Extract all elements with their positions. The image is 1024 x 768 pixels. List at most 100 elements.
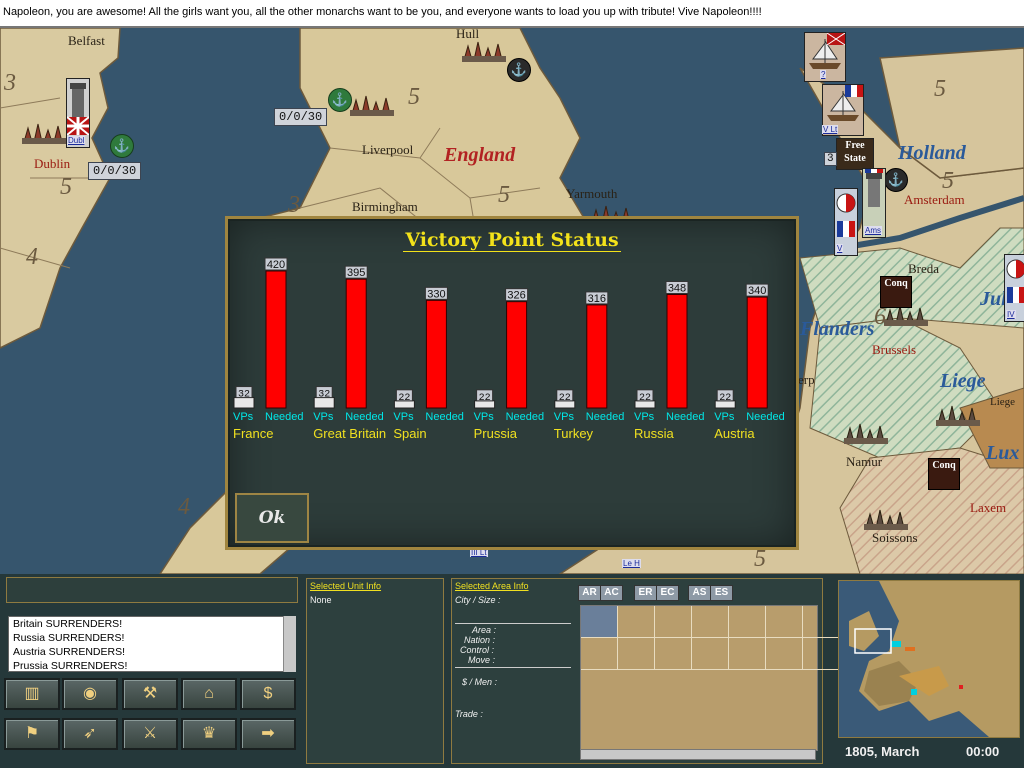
next-arrow-icon: ➡ xyxy=(261,725,275,742)
grid-scrollbar[interactable] xyxy=(580,749,816,760)
conquered-marker[interactable]: Conq xyxy=(928,458,960,490)
free-state-label: Free State xyxy=(844,140,866,164)
dispatch-button[interactable]: ➶ xyxy=(62,718,118,750)
category-label: Turkey xyxy=(554,426,594,441)
category-label: Prussia xyxy=(474,426,518,441)
trade-button[interactable]: ⚒ xyxy=(122,678,178,710)
unit-tag-iv: IV xyxy=(1006,310,1016,319)
unit-tag-fleet: ? xyxy=(820,70,827,79)
dispatch-icon: ➶ xyxy=(83,725,97,742)
port-anchor-icon[interactable]: ⚓ xyxy=(328,88,352,112)
area-city-size-label: City / Size : xyxy=(455,595,501,605)
crown-button[interactable]: ♛ xyxy=(181,718,237,750)
finance-button[interactable]: ◉ xyxy=(62,678,118,710)
map-flag-button[interactable]: ⚑ xyxy=(4,718,60,750)
series-label-vps: VPs xyxy=(474,411,495,423)
log-entry: Russia SURRENDERS! xyxy=(13,632,125,644)
vps-value-label: 22 xyxy=(639,393,651,404)
tab-er[interactable]: ER xyxy=(634,585,657,601)
needed-bar xyxy=(506,301,528,409)
tab-ar[interactable]: AR xyxy=(578,585,601,601)
series-label-vps: VPs xyxy=(313,411,334,423)
selected-area-panel: Selected Area Info City / Size : Area : … xyxy=(451,578,840,764)
grid-cell[interactable] xyxy=(655,606,692,638)
town-liverpool: Liverpool xyxy=(362,142,414,157)
needed-bar xyxy=(425,299,447,409)
grid-cell[interactable] xyxy=(581,606,618,638)
needed-bar xyxy=(586,304,608,409)
free-state-marker[interactable]: Free State xyxy=(836,138,874,170)
grid-cell[interactable] xyxy=(581,638,618,670)
ship-icon xyxy=(827,85,863,121)
log-scrollbar[interactable] xyxy=(283,616,296,672)
city-liverpool[interactable] xyxy=(350,90,394,116)
city-liege[interactable] xyxy=(936,400,980,426)
region-holland: Holland xyxy=(898,142,966,164)
area-grid[interactable] xyxy=(580,605,840,751)
series-label-vps: VPs xyxy=(554,411,575,423)
grid-cell[interactable] xyxy=(803,638,840,670)
grid-cell[interactable] xyxy=(766,606,803,638)
series-label-vps: VPs xyxy=(634,411,655,423)
region-flanders: Flanders xyxy=(800,318,875,340)
unit-tag-vlt: V Lt xyxy=(822,125,839,134)
unit-tag-v: V xyxy=(836,244,844,253)
grid-cell[interactable] xyxy=(692,638,729,670)
grid-cell[interactable] xyxy=(729,606,766,638)
city-icon xyxy=(22,123,66,144)
factory-icon: ⌂ xyxy=(204,685,214,702)
fleet-counter[interactable]: 0/0/30 xyxy=(88,162,142,180)
town-antwerp: erp xyxy=(798,372,815,387)
armies-button[interactable]: ⚔ xyxy=(122,718,178,750)
money-button[interactable]: $ xyxy=(240,678,296,710)
conquered-marker[interactable]: Conq xyxy=(880,276,912,308)
unit-info-title: Selected Unit Info xyxy=(310,581,382,591)
port-anchor-icon[interactable]: ⚓ xyxy=(884,168,908,192)
minimap[interactable] xyxy=(838,580,1020,738)
port-anchor-icon[interactable]: ⚓ xyxy=(110,134,134,158)
city-dublin[interactable] xyxy=(22,118,66,144)
tab-es[interactable]: ES xyxy=(710,585,733,601)
log-entry: Austria SURRENDERS! xyxy=(13,646,126,658)
event-log[interactable]: Britain SURRENDERS! Russia SURRENDERS! A… xyxy=(8,616,296,672)
port-anchor-icon[interactable]: ⚓ xyxy=(507,58,531,82)
tab-ac[interactable]: AC xyxy=(600,585,623,601)
area-money-men-label: $ / Men : xyxy=(462,677,498,687)
build-button[interactable]: ⌂ xyxy=(181,678,237,710)
series-label-needed: Needed xyxy=(506,411,545,423)
fleet-counter[interactable]: 0/0/30 xyxy=(274,108,328,126)
grid-cell[interactable] xyxy=(729,638,766,670)
grid-cell[interactable] xyxy=(803,606,840,638)
next-turn-button[interactable]: ➡ xyxy=(240,718,296,750)
city-hull[interactable] xyxy=(462,36,506,62)
city-soissons[interactable] xyxy=(864,504,908,530)
area-number: 5 xyxy=(942,168,954,194)
ok-button[interactable]: Ok xyxy=(235,493,309,543)
region-liege: Liege xyxy=(940,370,986,392)
grid-cell[interactable] xyxy=(618,606,655,638)
area-number: 5 xyxy=(60,174,72,200)
tab-as[interactable]: AS xyxy=(688,585,711,601)
series-label-needed: Needed xyxy=(345,411,384,423)
area-nation-label: Nation : xyxy=(464,635,496,645)
city-namur[interactable] xyxy=(844,418,888,444)
area-number: 3 xyxy=(288,192,300,218)
grid-cell[interactable] xyxy=(618,638,655,670)
city-icon xyxy=(844,423,888,444)
city-icon xyxy=(462,41,506,62)
grid-cell[interactable] xyxy=(692,606,729,638)
chart-button[interactable]: ▥ xyxy=(4,678,60,710)
category-label: Great Britain xyxy=(313,426,386,441)
grid-cell[interactable] xyxy=(655,638,692,670)
needed-bar xyxy=(345,278,367,409)
area-trade-label: Trade : xyxy=(455,709,483,719)
needed-value-label: 326 xyxy=(507,290,525,302)
category-label: France xyxy=(233,426,273,441)
series-label-needed: Needed xyxy=(265,411,304,423)
tab-ec[interactable]: EC xyxy=(656,585,679,601)
grid-cell[interactable] xyxy=(766,638,803,670)
needed-bar xyxy=(666,293,688,409)
needed-value-label: 348 xyxy=(668,282,686,294)
unit-tag-ams: Ams xyxy=(864,226,882,235)
area-move-label: Move : xyxy=(468,655,496,665)
